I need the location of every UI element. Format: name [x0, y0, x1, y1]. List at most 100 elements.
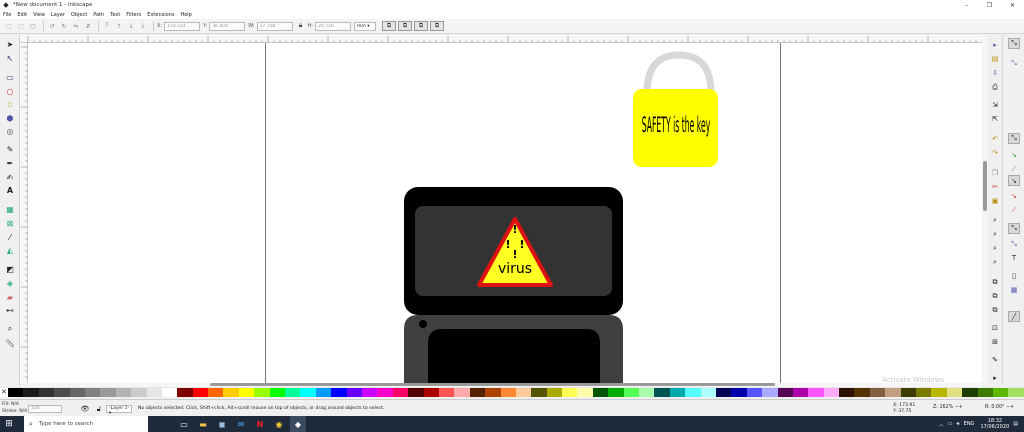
palette-swatch[interactable] — [69, 387, 85, 397]
undo-icon[interactable]: ↶ — [990, 134, 1000, 144]
move-gradients-icon[interactable]: ⧉ — [414, 21, 428, 31]
rotate-ccw-icon[interactable]: ↺ — [47, 21, 57, 31]
palette-swatch[interactable] — [315, 387, 332, 397]
export-icon[interactable]: ⇱ — [990, 114, 1000, 124]
palette-swatch[interactable] — [685, 387, 701, 397]
menu-extensions[interactable]: Extensions — [147, 12, 174, 18]
menu-path[interactable]: Path — [93, 12, 104, 18]
paste-icon[interactable]: ▣ — [990, 196, 1000, 206]
snap-bbox-icon[interactable]: ⤡ — [1009, 58, 1019, 68]
menu-file[interactable]: File — [3, 12, 11, 18]
snap-intersections-icon[interactable]: ⟋ — [1009, 164, 1019, 174]
palette-swatch[interactable] — [808, 387, 824, 397]
palette-swatch[interactable] — [392, 387, 409, 397]
zoom-width-icon[interactable]: ⌕ — [990, 257, 1000, 267]
padlock-shackle[interactable] — [643, 51, 715, 94]
snap-grids-icon[interactable]: ▦ — [1009, 285, 1019, 295]
redo-icon[interactable]: ↷ — [990, 148, 1000, 158]
flip-vertical-icon[interactable]: ⇵ — [83, 21, 93, 31]
drawing-canvas[interactable]: SAFETY is the key ! ! ! ! virus — [28, 43, 982, 383]
palette-swatch[interactable] — [500, 387, 516, 397]
new-document-icon[interactable]: ▸ — [990, 40, 1000, 50]
zoom-tool-icon[interactable]: ⌕ — [4, 323, 16, 335]
duplicate-icon[interactable]: ⧉ — [990, 277, 1000, 287]
print-icon[interactable]: ⎙ — [990, 82, 1000, 92]
rotation-stepper-icon[interactable]: −+ — [1006, 405, 1014, 410]
open-file-icon[interactable]: ▤ — [990, 54, 1000, 64]
palette-swatch[interactable] — [885, 387, 901, 397]
palette-swatch[interactable] — [438, 387, 455, 397]
x-input[interactable] — [164, 21, 201, 31]
3d-box-tool-icon[interactable]: ⬢ — [4, 112, 16, 124]
selector-tool-icon[interactable]: ➤ — [4, 38, 16, 50]
laptop-keyboard-area[interactable] — [428, 329, 600, 383]
rotation-value[interactable]: 0.00° — [991, 405, 1004, 410]
palette-swatch[interactable] — [977, 387, 993, 397]
palette-swatch[interactable] — [608, 387, 624, 397]
tray-chevron-icon[interactable]: ︿ — [939, 421, 944, 428]
stroke-value[interactable]: N/A — [19, 409, 27, 414]
palette-swatch[interactable] — [177, 387, 193, 397]
width-input[interactable] — [256, 21, 293, 31]
palette-swatch[interactable] — [839, 387, 855, 397]
maximize-button[interactable]: ❐ — [978, 0, 1001, 10]
pencil-tool-icon[interactable]: ✎ — [4, 143, 16, 155]
snap-text-baseline-icon[interactable]: T — [1009, 253, 1019, 263]
clone-icon[interactable]: ⧉ — [990, 291, 1000, 301]
palette-swatch[interactable] — [300, 387, 316, 397]
palette-swatch[interactable] — [131, 387, 147, 397]
palette-swatch[interactable] — [946, 387, 963, 397]
snap-guides-icon[interactable]: ╱ — [1008, 311, 1020, 322]
save-icon[interactable]: ⇩ — [990, 68, 1000, 78]
snap-rotation-center-icon[interactable]: ⤡ — [1009, 239, 1019, 249]
calligraphy-tool-icon[interactable]: ✍ — [4, 171, 16, 183]
fill-stroke-icon[interactable]: ✎ — [990, 355, 1000, 365]
palette-swatch[interactable] — [700, 387, 716, 397]
text-tool-icon[interactable]: A — [4, 184, 16, 196]
menu-edit[interactable]: Edit — [17, 12, 27, 18]
mail-icon[interactable]: ✉ — [233, 416, 249, 432]
snap-midpoints-icon[interactable]: ⟋ — [1009, 205, 1019, 215]
palette-swatch[interactable] — [962, 387, 978, 397]
palette-swatch[interactable] — [592, 387, 609, 397]
palette-swatch[interactable] — [208, 387, 224, 397]
palette-swatch[interactable] — [900, 387, 917, 397]
connector-tool-icon[interactable]: ⊷ — [4, 304, 16, 316]
snap-smooth-icon[interactable]: ↘ — [1009, 191, 1019, 201]
ellipse-tool-icon[interactable]: ○ — [4, 85, 16, 97]
minimize-button[interactable]: – — [955, 0, 978, 10]
group-icon[interactable]: ⊡ — [990, 323, 1000, 333]
node-tool-icon[interactable]: ↖ — [4, 52, 16, 64]
palette-swatch[interactable] — [331, 387, 347, 397]
select-all-icon[interactable]: ⬚ — [4, 21, 14, 31]
paint-bucket-tool-icon[interactable]: ◭ — [4, 244, 16, 256]
zoom-page-icon[interactable]: ⌕ — [990, 243, 1000, 253]
zoom-value[interactable]: 162% — [939, 405, 953, 410]
warning-text[interactable]: virus — [498, 261, 532, 277]
snap-centers-icon[interactable]: ⤡ — [1008, 223, 1020, 234]
palette-swatch[interactable] — [823, 387, 840, 397]
windows-start-icon[interactable]: ⊞ — [0, 416, 18, 432]
netflix-icon[interactable]: N — [252, 416, 268, 432]
dropper-tool-icon[interactable]: ⁄ — [4, 231, 16, 243]
palette-swatch[interactable] — [377, 387, 393, 397]
eraser-tool-icon[interactable]: ▰ — [4, 291, 16, 303]
snap-page-icon[interactable]: ▯ — [1009, 271, 1019, 281]
pen-tool-icon[interactable]: ✒ — [4, 157, 16, 169]
padlock-text[interactable]: SAFETY is the key — [642, 112, 711, 137]
mesh-tool-icon[interactable]: ◈ — [4, 277, 16, 289]
palette-swatch[interactable] — [346, 387, 362, 397]
move-patterns-icon[interactable]: ⧉ — [430, 21, 444, 31]
palette-swatch[interactable] — [361, 387, 378, 397]
zoom-selection-icon[interactable]: ⌕ — [990, 215, 1000, 225]
star-tool-icon[interactable]: ☆ — [4, 98, 16, 110]
palette-swatch[interactable] — [515, 387, 532, 397]
palette-swatch[interactable] — [731, 387, 747, 397]
palette-swatch[interactable] — [669, 387, 686, 397]
zoom-stepper-icon[interactable]: −+ — [955, 405, 963, 410]
menu-object[interactable]: Object — [71, 12, 87, 18]
spray-tool-icon[interactable]: ▦ — [4, 203, 16, 215]
copy-icon[interactable]: ❐ — [990, 168, 1000, 178]
palette-swatch[interactable] — [161, 387, 178, 397]
lock-ratio-icon[interactable]: 🔒︎ — [296, 21, 306, 31]
